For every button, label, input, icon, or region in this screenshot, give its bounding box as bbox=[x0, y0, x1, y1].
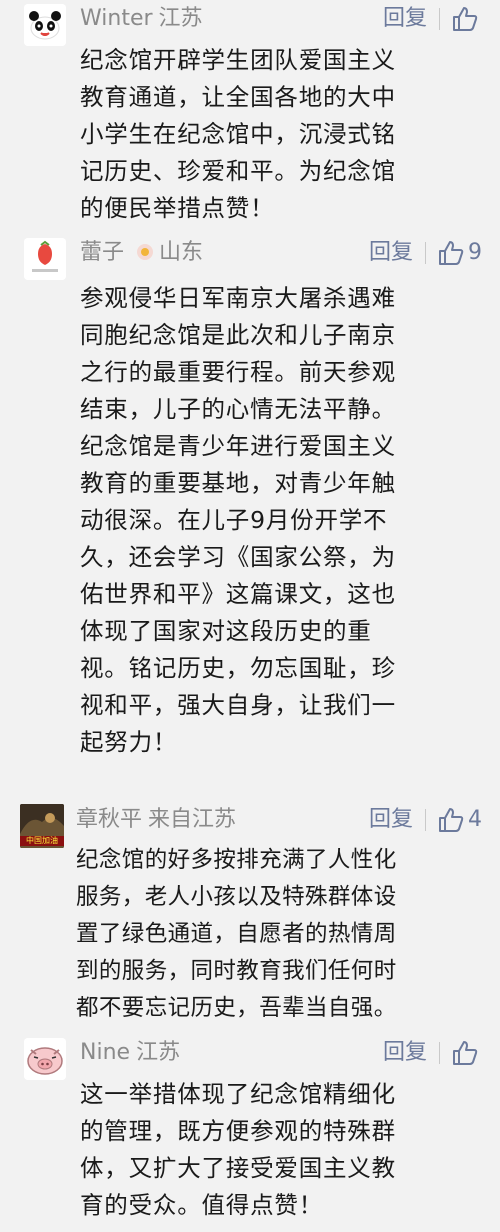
comment-line: 到的服务，同时教育我们任何时 bbox=[76, 958, 397, 984]
comment-line: 起努力！ bbox=[80, 728, 178, 756]
comment-meta: Nine 江苏 bbox=[80, 1039, 180, 1067]
comment-line: 教育通道，让全国各地的大中 bbox=[80, 83, 396, 111]
reply-button[interactable]: 回复 bbox=[383, 5, 427, 33]
avatar-caption: 中国加油 bbox=[26, 836, 58, 845]
user-name[interactable]: 章秋平 bbox=[76, 807, 142, 832]
comment-text: 纪念馆开辟学生团队爱国主义 教育通道，让全国各地的大中 小学生在纪念馆中，沉浸式… bbox=[80, 42, 480, 227]
like-button[interactable] bbox=[452, 6, 482, 32]
comment-text: 参观侵华日军南京大屠杀遇难 同胞纪念馆是此次和儿子南京 之行的最重要行程。前天参… bbox=[80, 280, 480, 761]
comment-line: 同胞纪念馆是此次和儿子南京 bbox=[80, 321, 396, 349]
like-count: 4 bbox=[468, 807, 482, 832]
action-divider bbox=[439, 1042, 440, 1064]
flower-emoji-icon bbox=[135, 242, 155, 262]
user-location: 来自江苏 bbox=[148, 807, 237, 832]
comment-meta: Winter 江苏 bbox=[80, 5, 203, 33]
user-name[interactable]: Nine bbox=[80, 1040, 130, 1065]
action-divider bbox=[439, 8, 440, 30]
user-location: 江苏 bbox=[136, 1040, 181, 1065]
user-location: 江苏 bbox=[158, 6, 203, 31]
comment-line: 都不要忘记历史，吾辈当自强。 bbox=[76, 995, 397, 1021]
comment-line: 纪念馆开辟学生团队爱国主义 bbox=[80, 46, 396, 74]
comment-meta: 章秋平 来自江苏 bbox=[76, 806, 236, 834]
action-divider bbox=[425, 242, 426, 264]
comment-line: 视和平，强大自身，让我们一 bbox=[80, 691, 396, 719]
comment-item: Nine 江苏 回复 这一举措体现了纪念馆精细化 的管理，既方便参观的特殊群 体，… bbox=[0, 1034, 500, 1232]
user-location: 山东 bbox=[159, 240, 204, 265]
comment-line: 视。铭记历史，勿忘国耻，珍 bbox=[80, 654, 396, 682]
like-button[interactable]: 9 bbox=[438, 239, 482, 267]
action-divider bbox=[425, 809, 426, 831]
comment-item: 蕾子 山东 回复 9 参观侵华日军南京大屠杀遇难 同胞纪念馆是此次和儿子南京 之… bbox=[0, 236, 500, 796]
comment-line: 结束，儿子的心情无法平静。 bbox=[80, 395, 396, 423]
comment-line: 动很深。在儿子9月份开学不 bbox=[80, 506, 388, 534]
comment-meta: 蕾子 山东 bbox=[80, 239, 203, 267]
like-button[interactable]: 4 bbox=[438, 806, 482, 834]
like-button[interactable] bbox=[452, 1040, 482, 1066]
comment-actions: 回复 bbox=[383, 1039, 482, 1067]
comment-line: 纪念馆的好多按排充满了人性化 bbox=[76, 847, 397, 873]
reply-button[interactable]: 回复 bbox=[383, 1039, 427, 1067]
strawberry-avatar-icon[interactable] bbox=[24, 238, 66, 280]
like-count: 9 bbox=[468, 240, 482, 265]
comment-line: 记历史、珍爱和平。为纪念馆 bbox=[80, 157, 396, 185]
comment-actions: 回复 9 bbox=[369, 239, 482, 267]
comment-line: 参观侵华日军南京大屠杀遇难 bbox=[80, 284, 396, 312]
comment-line: 小学生在纪念馆中，沉浸式铭 bbox=[80, 120, 396, 148]
comment-text: 这一举措体现了纪念馆精细化 的管理，既方便参观的特殊群 体，又扩大了接受爱国主义… bbox=[80, 1076, 480, 1224]
comment-item: 中国加油 章秋平 来自江苏 回复 4 纪念馆的好多按排充满了人性化 服务，老人小孩… bbox=[0, 802, 500, 1027]
user-name[interactable]: 蕾子 bbox=[80, 240, 124, 265]
comment-item: Winter 江苏 回复 纪念馆开辟学生团队爱国主义 教育通道，让全国各地的大中 … bbox=[0, 0, 500, 235]
user-name[interactable]: Winter bbox=[80, 6, 153, 31]
comment-line: 置了绿色通道，自愿者的热情周 bbox=[76, 921, 397, 947]
comment-line: 教育的重要基地，对青少年触 bbox=[80, 469, 396, 497]
comment-line: 久，还会学习《国家公祭，为 bbox=[80, 543, 396, 571]
thumbs-up-icon bbox=[439, 241, 464, 265]
comment-line: 佑世界和平》这篇课文，这也 bbox=[80, 580, 396, 608]
reply-button[interactable]: 回复 bbox=[369, 806, 413, 834]
comment-line: 体现了国家对这段历史的重 bbox=[80, 617, 372, 645]
comment-text: 纪念馆的好多按排充满了人性化 服务，老人小孩以及特殊群体设 置了绿色通道，自愿者… bbox=[76, 842, 491, 1027]
thumbs-up-icon bbox=[439, 808, 464, 832]
comment-line: 服务，老人小孩以及特殊群体设 bbox=[76, 884, 397, 910]
pig-avatar-icon[interactable] bbox=[24, 1038, 66, 1080]
comment-line: 这一举措体现了纪念馆精细化 bbox=[80, 1080, 396, 1108]
comment-actions: 回复 bbox=[383, 5, 482, 33]
comment-line: 纪念馆是青少年进行爱国主义 bbox=[80, 432, 396, 460]
comment-line: 育的受众。值得点赞！ bbox=[80, 1191, 323, 1219]
comment-line: 的便民举措点赞！ bbox=[80, 194, 275, 222]
comment-actions: 回复 4 bbox=[369, 806, 482, 834]
comment-line: 体，又扩大了接受爱国主义教 bbox=[80, 1154, 396, 1182]
thumbs-up-icon bbox=[453, 7, 478, 31]
thumbs-up-icon bbox=[453, 1041, 478, 1065]
panda-avatar-icon[interactable] bbox=[24, 4, 66, 46]
comment-line: 之行的最重要行程。前天参观 bbox=[80, 358, 396, 386]
reply-button[interactable]: 回复 bbox=[369, 239, 413, 267]
photo-avatar-icon[interactable]: 中国加油 bbox=[20, 804, 64, 848]
comment-line: 的管理，既方便参观的特殊群 bbox=[80, 1117, 396, 1145]
